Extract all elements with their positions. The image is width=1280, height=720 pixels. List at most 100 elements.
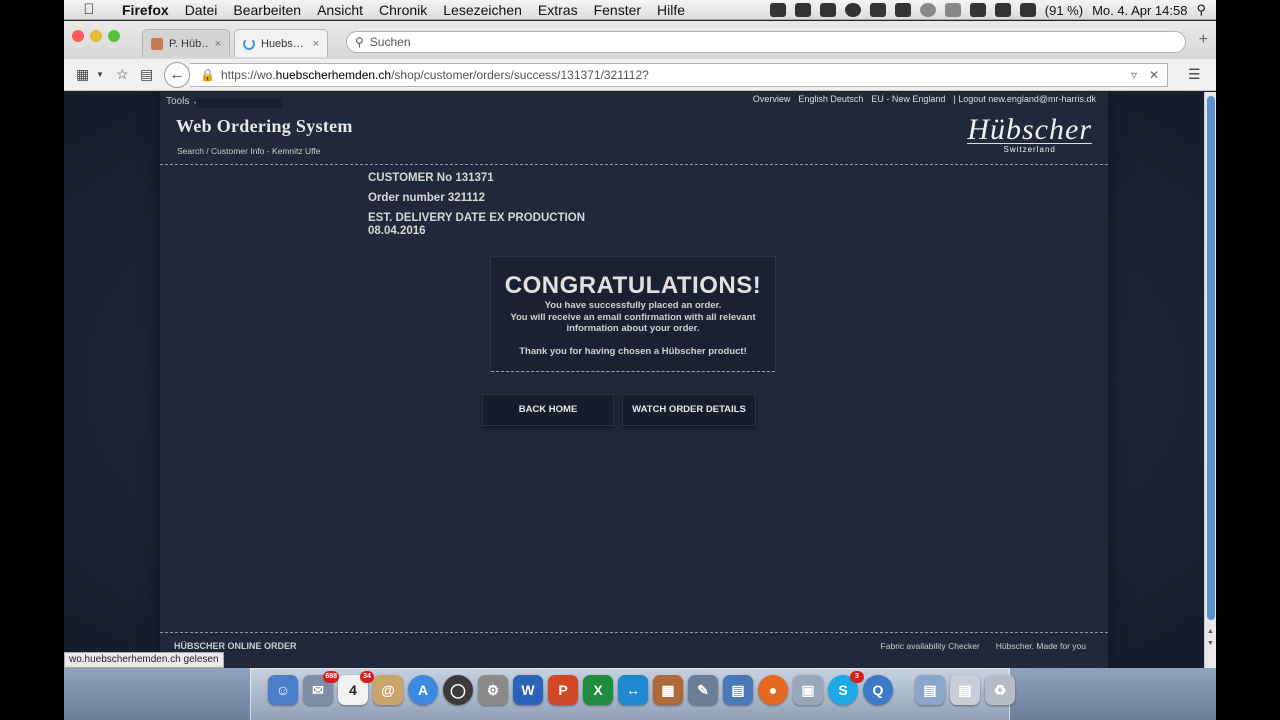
- menu-hamburger-icon[interactable]: ☰: [1188, 66, 1201, 83]
- powerpoint-icon[interactable]: P: [548, 675, 578, 705]
- app-store-icon[interactable]: A: [408, 675, 438, 705]
- menu-hilfe[interactable]: Hilfe: [649, 2, 693, 18]
- preview-icon[interactable]: ▣: [793, 675, 823, 705]
- tools-label: Tools: [166, 96, 190, 107]
- teamviewer-icon[interactable]: ↔: [618, 675, 648, 705]
- brand-logo[interactable]: Hübscher Switzerland: [967, 114, 1092, 154]
- delivery-date: 08.04.2016: [368, 225, 426, 237]
- volume-icon[interactable]: [994, 3, 1011, 17]
- topnav-region[interactable]: EU - New England: [871, 94, 945, 104]
- apps-grid-icon[interactable]: ▦: [76, 66, 89, 83]
- calendar-icon[interactable]: 4 34: [338, 671, 374, 705]
- trash-icon[interactable]: ♻: [985, 675, 1015, 705]
- tab-2-label: Huebs…: [261, 37, 304, 50]
- keynote-icon[interactable]: ▦: [653, 675, 683, 705]
- battery-icon[interactable]: [1019, 3, 1036, 17]
- pen-tool-icon[interactable]: ✎: [688, 675, 718, 705]
- skype-icon[interactable]: S3: [828, 671, 864, 705]
- scroll-up-icon[interactable]: ▲: [1207, 628, 1214, 635]
- url-prefix: https://wo.: [220, 68, 276, 82]
- downloads-folder-icon[interactable]: ▤: [950, 675, 980, 705]
- reader-icon[interactable]: ▤: [140, 66, 153, 83]
- calendar-day: 4: [349, 682, 357, 698]
- tab-1[interactable]: P. Hüb… ×: [142, 29, 230, 57]
- zoom-window-icon[interactable]: [108, 30, 120, 42]
- system-preferences-icon[interactable]: ⚙: [478, 675, 508, 705]
- fabric-checker-link[interactable]: Fabric availability Checker: [881, 641, 980, 651]
- minimize-window-icon[interactable]: [90, 30, 102, 42]
- bitbucket-icon[interactable]: [794, 3, 811, 17]
- menu-extras[interactable]: Extras: [530, 2, 586, 18]
- back-home-button[interactable]: BACK HOME: [482, 394, 614, 426]
- url-bar[interactable]: 🔒 https://wo.huebscherhemden.ch/shop/cus…: [190, 63, 1168, 87]
- menu-app-name[interactable]: Firefox: [114, 2, 177, 18]
- topnav-language[interactable]: English Deutsch: [798, 94, 863, 104]
- close-window-icon[interactable]: [72, 30, 84, 42]
- footer-divider: [160, 632, 1108, 633]
- dock: ☺ ✉ 688 4 34 @ A ◯ ⚙ W P X ↔ ▦ ✎ ▤ ● ▣ S3 …: [64, 668, 1216, 720]
- nav-bar: ▦ ▼ ☆ ▤ ← 🔒 https://wo.huebscherhemden.c…: [64, 59, 1216, 91]
- menu-datei[interactable]: Datei: [177, 2, 226, 18]
- skype-badge: 3: [850, 671, 864, 683]
- sync-icon[interactable]: [844, 3, 861, 17]
- stop-icon[interactable]: ✕: [1149, 68, 1159, 82]
- loading-icon: [243, 37, 255, 50]
- search-input[interactable]: ⚲ Suchen: [346, 31, 1186, 53]
- apple-icon[interactable]: : [64, 1, 114, 18]
- apps-dropdown-icon[interactable]: ▼: [96, 70, 104, 79]
- congrats-title: CONGRATULATIONS!: [504, 272, 762, 299]
- word-icon[interactable]: W: [513, 675, 543, 705]
- documents-folder-icon[interactable]: ▤: [915, 675, 945, 705]
- cloud-icon[interactable]: [894, 3, 911, 17]
- menu-bar:  Firefox Datei Bearbeiten Ansicht Chron…: [64, 0, 1216, 20]
- congrats-line-4: Thank you for having chosen a Hübscher p…: [519, 345, 747, 357]
- tools-menu[interactable]: Tools ⌄: [166, 96, 281, 108]
- menu-chronik[interactable]: Chronik: [371, 2, 435, 18]
- new-tab-icon[interactable]: +: [1199, 31, 1208, 49]
- menu-lesezeichen[interactable]: Lesezeichen: [435, 2, 530, 18]
- status-tray: (91 %) Mo. 4. Apr 14:58 ⚲: [769, 0, 1206, 20]
- finder-icon[interactable]: ☺: [268, 675, 298, 705]
- tab-1-close-icon[interactable]: ×: [215, 38, 221, 50]
- mail-icon[interactable]: ✉ 688: [303, 671, 339, 705]
- menu-fenster[interactable]: Fenster: [586, 2, 649, 18]
- dropbox-icon[interactable]: [819, 3, 836, 17]
- bluetooth-icon[interactable]: [944, 3, 961, 17]
- page-scrollbar[interactable]: ▲ ▼: [1204, 92, 1216, 668]
- skype-tray-icon[interactable]: [869, 3, 886, 17]
- tab-bar: P. Hüb… × Huebs… × ⚲ Suchen +: [64, 21, 1216, 59]
- delivery-label: EST. DELIVERY DATE EX PRODUCTION: [368, 212, 586, 224]
- order-number: Order number 321112: [368, 192, 485, 204]
- menu-ansicht[interactable]: Ansicht: [309, 2, 371, 18]
- quicktime-icon[interactable]: Q: [863, 675, 893, 705]
- firefox-icon[interactable]: ●: [758, 675, 788, 705]
- url-dropdown-icon[interactable]: ▿: [1131, 68, 1137, 82]
- dashboard-icon[interactable]: ◯: [443, 675, 473, 705]
- wifi-icon[interactable]: [969, 3, 986, 17]
- bookmark-star-icon[interactable]: ☆: [116, 66, 129, 83]
- topnav-logout[interactable]: | Logout new.england@mr-harris.dk: [953, 94, 1096, 104]
- breadcrumb: Search / Customer Info - Kemnitz Uffe: [177, 146, 321, 156]
- scroll-down-icon[interactable]: ▼: [1207, 640, 1214, 647]
- screen-share-icon[interactable]: [769, 3, 786, 17]
- made-for-you-link[interactable]: Hübscher. Made for you: [996, 641, 1086, 651]
- numbers-icon[interactable]: ▤: [723, 675, 753, 705]
- back-button[interactable]: ←: [164, 62, 190, 88]
- topnav-overview[interactable]: Overview: [753, 94, 791, 104]
- watch-order-details-button[interactable]: WATCH ORDER DETAILS: [622, 394, 756, 426]
- spotlight-icon[interactable]: ⚲: [1196, 2, 1206, 18]
- excel-icon[interactable]: X: [583, 675, 613, 705]
- time-machine-icon[interactable]: [919, 3, 936, 17]
- page-panel: Tools ⌄ Overview English Deutsch EU - Ne…: [160, 92, 1108, 668]
- footer-brand: HÜBSCHER ONLINE ORDER: [174, 641, 297, 651]
- page-title[interactable]: Web Ordering System: [176, 116, 353, 137]
- url-host: huebscherhemden.ch: [275, 68, 392, 82]
- congrats-line-2: You will receive an email confirmation w…: [510, 311, 756, 323]
- clock[interactable]: Mo. 4. Apr 14:58: [1092, 3, 1187, 18]
- congrats-line-3: information about your order.: [566, 323, 700, 334]
- contacts-icon[interactable]: @: [373, 675, 403, 705]
- menu-bearbeiten[interactable]: Bearbeiten: [225, 2, 309, 18]
- tab-2-close-icon[interactable]: ×: [313, 38, 319, 50]
- tab-2[interactable]: Huebs… ×: [234, 29, 328, 57]
- scroll-thumb[interactable]: [1207, 96, 1215, 620]
